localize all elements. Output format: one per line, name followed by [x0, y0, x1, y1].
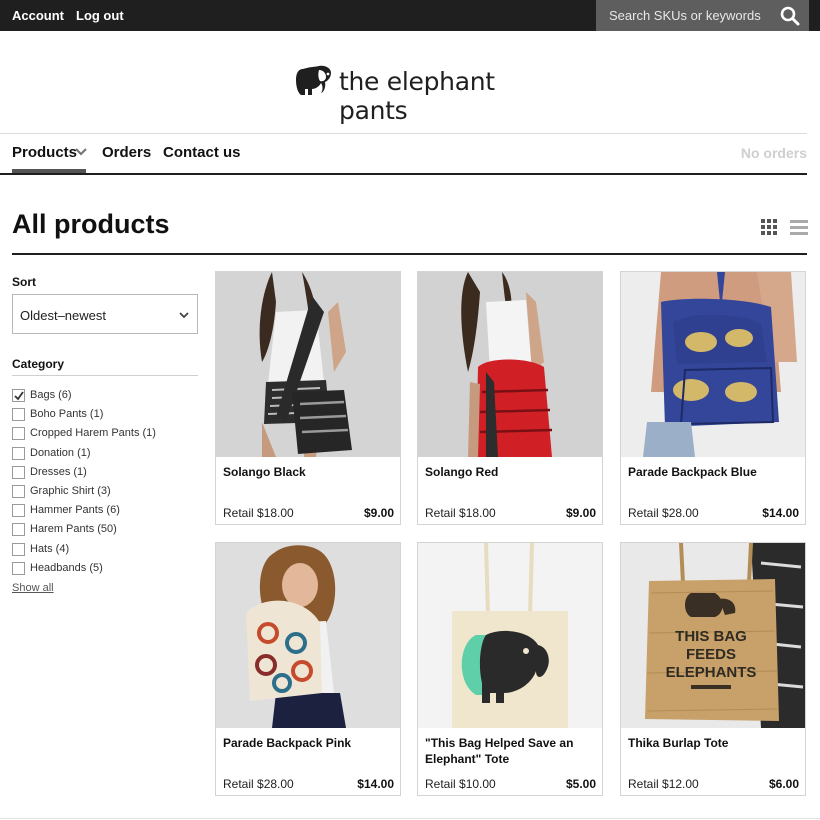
heading-rule [12, 253, 807, 255]
category-label: Dresses (1) [30, 466, 87, 478]
retail-price: Retail $18.00 [223, 506, 294, 520]
nav-contact-us[interactable]: Contact us [163, 144, 241, 161]
category-label: Headbands (5) [30, 562, 103, 574]
category-label: Category [12, 357, 65, 371]
product-title[interactable]: Solango Red [425, 464, 597, 480]
brand-logo[interactable]: the elephant pants [295, 65, 535, 125]
nav-orders[interactable]: Orders [102, 144, 151, 161]
retail-price: Retail $18.00 [425, 506, 496, 520]
orders-status: No orders [740, 145, 807, 161]
checkbox[interactable] [12, 408, 25, 421]
tote-print-line-1: THIS BAG [675, 628, 747, 645]
checkbox[interactable] [12, 504, 25, 517]
product-title[interactable]: Parade Backpack Blue [628, 464, 800, 480]
category-rule [12, 375, 198, 376]
product-image[interactable] [418, 272, 602, 457]
list-view-icon[interactable] [790, 219, 808, 235]
product-title[interactable]: "This Bag Helped Save an Elephant" Tote [425, 735, 597, 767]
product-image[interactable] [216, 272, 400, 457]
product-image[interactable] [621, 272, 805, 457]
sort-select[interactable]: Oldest–newest [12, 294, 198, 334]
sort-value: Oldest–newest [20, 308, 106, 323]
product-image[interactable]: THIS BAG FEEDS ELEPHANTS [621, 543, 805, 728]
checkbox[interactable] [12, 466, 25, 479]
tote-print-line-3: ELEPHANTS [666, 664, 757, 681]
product-title[interactable]: Solango Black [223, 464, 395, 480]
checkbox[interactable] [12, 427, 25, 440]
search-box [596, 0, 809, 31]
category-label: Hammer Pants (6) [30, 504, 120, 516]
elephant-logo-icon [296, 65, 331, 95]
checkbox[interactable] [12, 543, 25, 556]
retail-price: Retail $28.00 [223, 777, 294, 791]
sort-label: Sort [12, 275, 36, 289]
sale-price: $5.00 [565, 777, 596, 791]
account-link[interactable]: Account [12, 8, 64, 23]
retail-price: Retail $10.00 [425, 777, 496, 791]
product-card[interactable]: Parade Backpack Pink Retail $28.00 $14.0… [215, 542, 401, 796]
sale-price: $14.00 [762, 506, 799, 520]
checkbox[interactable] [12, 447, 25, 460]
checkbox-checked[interactable] [12, 389, 25, 402]
brand-name: the elephant pants [339, 67, 495, 125]
checkbox[interactable] [12, 562, 25, 575]
category-label: Graphic Shirt (3) [30, 485, 111, 497]
nav-bottom-rule [0, 173, 807, 175]
nav-products-label: Products [12, 144, 78, 161]
grid-view-icon[interactable] [761, 219, 777, 235]
search-input[interactable] [596, 0, 776, 31]
category-label: Boho Pants (1) [30, 408, 104, 420]
product-title[interactable]: Parade Backpack Pink [223, 735, 395, 751]
category-label: Bags (6) [30, 389, 72, 401]
product-card[interactable]: Parade Backpack Blue Retail $28.00 $14.0… [620, 271, 806, 525]
sale-price: $6.00 [768, 777, 799, 791]
page-title: All products [12, 209, 170, 239]
search-icon[interactable] [779, 5, 801, 27]
category-label: Harem Pants (50) [30, 523, 117, 535]
logout-link[interactable]: Log out [76, 8, 124, 23]
chevron-down-icon [75, 148, 87, 156]
checkbox[interactable] [12, 485, 25, 498]
nav-products[interactable]: Products [12, 144, 87, 161]
product-card[interactable]: Solango Red Retail $18.00 $9.00 [417, 271, 603, 525]
category-label: Donation (1) [30, 447, 91, 459]
category-label: Cropped Harem Pants (1) [30, 427, 156, 439]
check-icon [14, 391, 24, 401]
chevron-down-icon [179, 312, 189, 319]
tote-print-line-2: FEEDS [686, 646, 736, 663]
footer-rule [0, 818, 820, 819]
product-card[interactable]: "This Bag Helped Save an Elephant" Tote … [417, 542, 603, 796]
show-all-link[interactable]: Show all [12, 582, 54, 594]
product-image[interactable] [418, 543, 602, 728]
nav-divider [0, 133, 807, 134]
retail-price: Retail $28.00 [628, 506, 699, 520]
retail-price: Retail $12.00 [628, 777, 699, 791]
sale-price: $14.00 [357, 777, 394, 791]
product-card[interactable]: THIS BAG FEEDS ELEPHANTS Thika Burlap To… [620, 542, 806, 796]
sale-price: $9.00 [565, 506, 596, 520]
product-card[interactable]: Solango Black Retail $18.00 $9.00 [215, 271, 401, 525]
sale-price: $9.00 [363, 506, 394, 520]
checkbox[interactable] [12, 523, 25, 536]
category-label: Hats (4) [30, 543, 70, 555]
top-bar: Account Log out [0, 0, 820, 31]
product-image[interactable] [216, 543, 400, 728]
product-title[interactable]: Thika Burlap Tote [628, 735, 800, 751]
